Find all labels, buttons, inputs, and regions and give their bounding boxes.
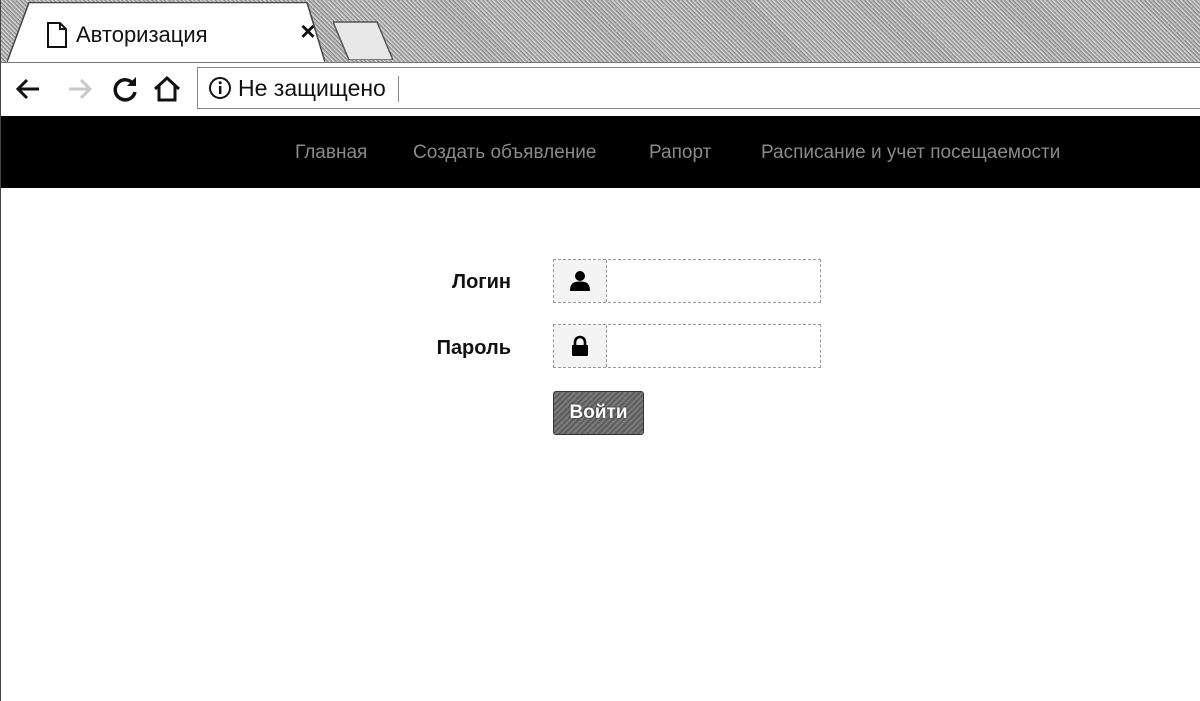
address-separator [398, 76, 399, 102]
login-label: Логин [452, 271, 511, 293]
login-addon [554, 260, 607, 302]
address-bar[interactable]: Не защищено [197, 67, 1200, 109]
nav-link-create-ad[interactable]: Создать объявление [413, 142, 596, 164]
browser-window: Авторизация × Не защищено Главная Создат… [0, 0, 1200, 701]
security-label[interactable]: Не защищено [238, 75, 386, 102]
browser-toolbar: Не защищено [1, 63, 1200, 115]
home-icon[interactable] [151, 73, 183, 105]
tab-strip: Авторизация × [1, 0, 1200, 63]
login-input[interactable] [607, 260, 820, 302]
user-icon [570, 271, 590, 291]
nav-link-report[interactable]: Рапорт [649, 142, 711, 164]
arrow-right-icon[interactable] [63, 73, 95, 105]
reload-icon[interactable] [109, 73, 141, 105]
lock-icon [572, 335, 588, 356]
tab-title: Авторизация [76, 22, 208, 47]
arrow-left-icon[interactable] [13, 73, 45, 105]
info-icon[interactable] [208, 76, 232, 100]
page-icon [47, 22, 67, 48]
nav-link-home[interactable]: Главная [295, 142, 367, 164]
site-navbar: Главная Создать объявление Рапорт Распис… [1, 116, 1200, 188]
close-icon[interactable]: × [295, 18, 321, 44]
password-input-group [553, 324, 821, 368]
nav-link-schedule[interactable]: Расписание и учет посещаемости [761, 142, 1060, 164]
login-input-group [553, 259, 821, 303]
password-input[interactable] [607, 325, 820, 367]
password-label: Пароль [436, 337, 511, 359]
login-button[interactable]: Войти [553, 391, 644, 435]
password-addon [554, 325, 607, 367]
new-tab-button[interactable] [333, 20, 393, 60]
